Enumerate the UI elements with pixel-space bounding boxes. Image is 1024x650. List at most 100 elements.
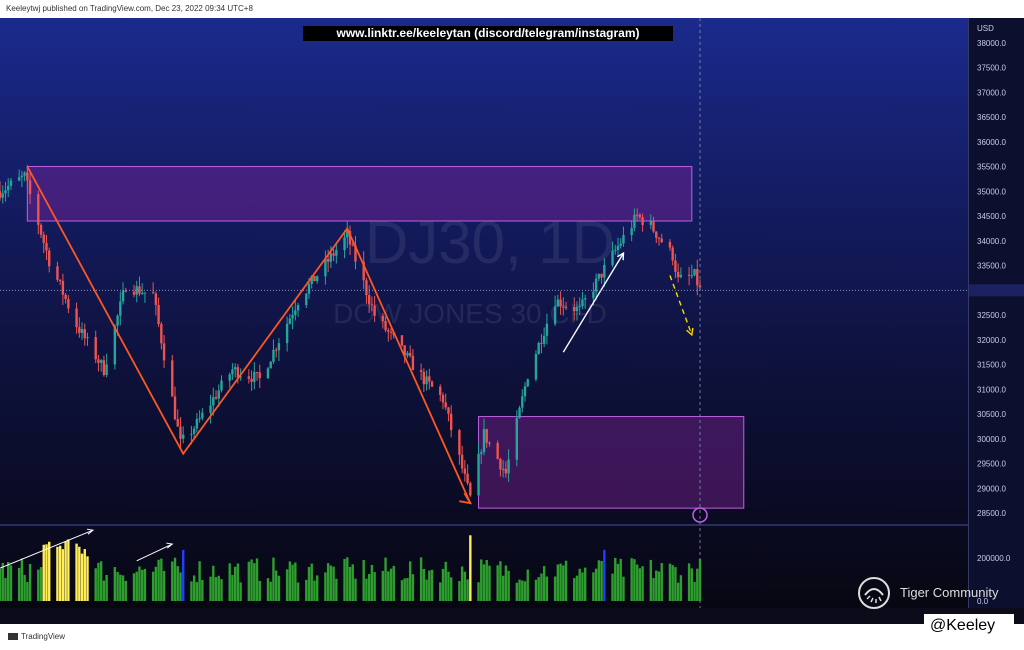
candle-body bbox=[329, 253, 333, 262]
candle-body bbox=[102, 360, 106, 375]
volume-bar bbox=[171, 561, 174, 601]
candle-body bbox=[157, 304, 160, 325]
volume-bar bbox=[61, 549, 65, 601]
volume-bar bbox=[247, 561, 251, 601]
volume-bar bbox=[562, 565, 565, 601]
volume-bar bbox=[296, 582, 300, 601]
plot-area[interactable]: DJ30, 1DDOW JONES 30 CFDMayJunJulAugSepO… bbox=[0, 18, 968, 608]
y-tick-label: 35500.0 bbox=[977, 163, 1006, 172]
candle-body bbox=[657, 237, 661, 239]
candle-body bbox=[326, 258, 330, 262]
candle-body bbox=[559, 299, 562, 307]
volume-bar bbox=[86, 556, 89, 601]
volume-bar bbox=[250, 559, 253, 601]
volume-bar bbox=[28, 563, 32, 601]
candle-body bbox=[247, 376, 251, 379]
candle-body bbox=[556, 299, 560, 307]
candle-body bbox=[272, 349, 275, 362]
link-banner[interactable]: www.linktr.ee/keeleytan (discord/telegra… bbox=[303, 26, 673, 41]
candle-body bbox=[105, 364, 108, 375]
volume-bar bbox=[575, 575, 579, 601]
candle-body bbox=[477, 453, 480, 496]
volume-bar bbox=[176, 566, 179, 601]
candle-body bbox=[266, 368, 270, 379]
candle-body bbox=[269, 361, 272, 369]
volume-bar bbox=[67, 539, 70, 601]
volume-bar bbox=[496, 565, 499, 601]
volume-bar bbox=[482, 564, 486, 601]
currency-label: USD bbox=[977, 24, 994, 33]
candle-body bbox=[674, 260, 677, 272]
volume-bar bbox=[545, 576, 549, 601]
price-chart[interactable]: DJ30, 1DDOW JONES 30 CFDMayJunJulAugSepO… bbox=[0, 18, 968, 608]
volume-bar bbox=[619, 558, 622, 601]
y-tick-label: 35000.0 bbox=[977, 187, 1006, 196]
volume-bar bbox=[564, 560, 568, 601]
volume-bar bbox=[507, 570, 510, 601]
candle-body bbox=[7, 185, 10, 191]
volume-bar bbox=[693, 581, 696, 601]
volume-bar bbox=[594, 568, 598, 601]
candle-body bbox=[698, 285, 702, 288]
candle-body bbox=[597, 273, 601, 279]
volume-bar bbox=[217, 575, 220, 601]
y-tick-label: 28500.0 bbox=[977, 509, 1006, 518]
volume-bar bbox=[592, 572, 595, 601]
volume-bar bbox=[469, 535, 472, 601]
candle-body bbox=[160, 324, 163, 344]
candle-body bbox=[324, 258, 327, 277]
candle-body bbox=[37, 194, 40, 225]
candle-body bbox=[182, 434, 185, 439]
volume-bar bbox=[354, 578, 357, 601]
volume-bar bbox=[540, 573, 543, 601]
volume-bar bbox=[48, 541, 51, 601]
candle-body bbox=[116, 315, 119, 326]
volume-bar bbox=[403, 578, 406, 601]
volume-bar bbox=[343, 558, 346, 601]
volume-bar bbox=[294, 562, 297, 601]
candle-body bbox=[676, 271, 680, 278]
volume-bar bbox=[449, 577, 453, 601]
candle-body bbox=[48, 250, 51, 267]
candle-body bbox=[449, 413, 453, 431]
candle-body bbox=[94, 337, 97, 360]
candle-body bbox=[209, 405, 212, 413]
candle-body bbox=[176, 419, 179, 427]
volume-bar bbox=[1, 562, 4, 601]
volume-bar bbox=[39, 567, 43, 601]
candle-body bbox=[485, 429, 488, 443]
candle-body bbox=[518, 407, 521, 419]
volume-bar bbox=[690, 568, 694, 601]
volume-bar bbox=[58, 545, 62, 601]
volume-bar bbox=[121, 575, 125, 601]
volume-bar bbox=[674, 567, 677, 601]
candle-body bbox=[671, 247, 674, 261]
candle-body bbox=[504, 468, 508, 474]
candle-body bbox=[603, 264, 606, 278]
candle-body bbox=[630, 227, 633, 236]
candle-body bbox=[228, 374, 231, 381]
candle-body bbox=[696, 269, 699, 286]
candle-body bbox=[173, 396, 177, 420]
candle-body bbox=[179, 426, 182, 439]
candle-body bbox=[307, 284, 311, 294]
volume-bar bbox=[463, 571, 467, 601]
volume-bar bbox=[274, 570, 278, 601]
candle-body bbox=[501, 468, 505, 470]
tradingview-logo[interactable]: TradingView bbox=[8, 632, 65, 641]
candle-body bbox=[419, 370, 423, 372]
volume-bar bbox=[182, 549, 185, 601]
price-axis[interactable]: USD 28500.0 29000.0 29500.0 30000.0 30500.0 31… bbox=[968, 18, 1024, 608]
volume-bar bbox=[458, 581, 461, 601]
volume-bar bbox=[419, 557, 423, 601]
volume-bar bbox=[370, 564, 374, 601]
candle-body bbox=[384, 320, 387, 331]
volume-arrow-1 bbox=[136, 543, 173, 562]
volume-bar bbox=[231, 574, 234, 601]
candle-body bbox=[575, 306, 579, 312]
volume-bar bbox=[255, 558, 259, 601]
volume-bar bbox=[157, 559, 160, 601]
candle-body bbox=[250, 378, 253, 382]
volume-bar bbox=[162, 570, 166, 601]
volume-bar bbox=[430, 569, 434, 601]
